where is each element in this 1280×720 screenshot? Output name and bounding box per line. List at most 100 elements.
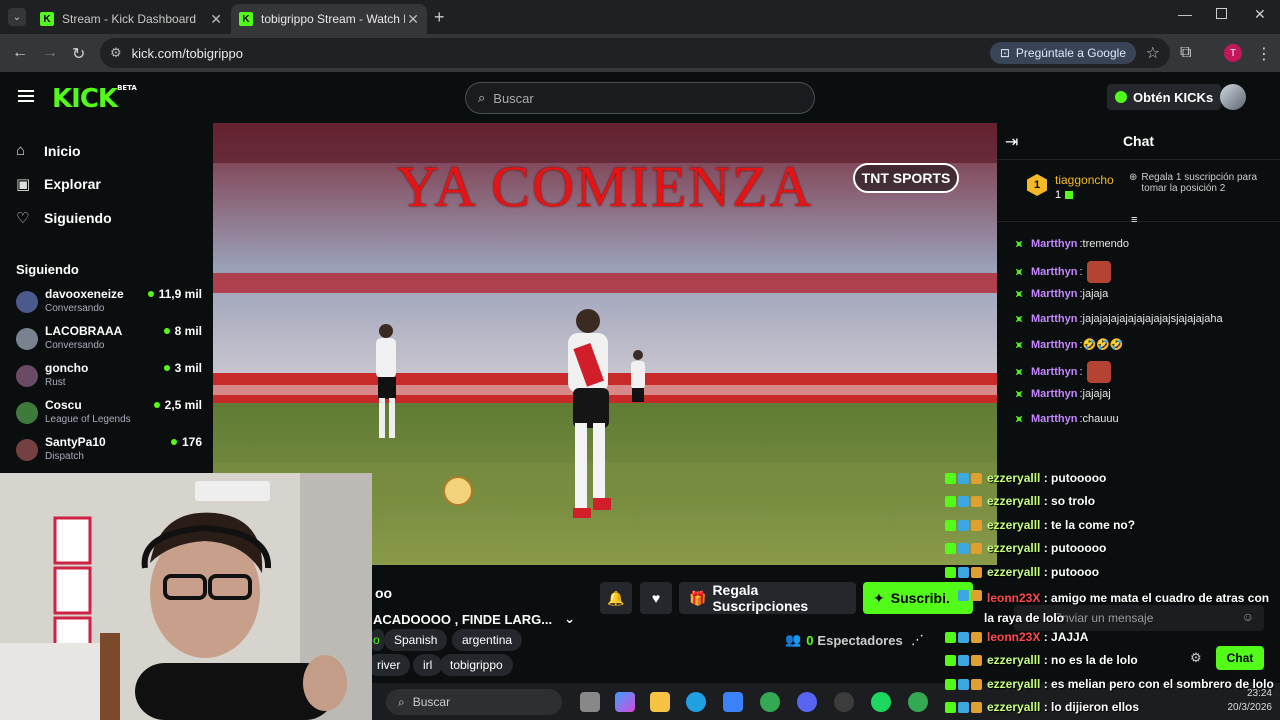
taskbar-search[interactable]: ⌕ Buscar <box>386 689 562 715</box>
live-dot-icon <box>147 291 154 297</box>
edge-icon[interactable] <box>686 692 706 712</box>
chat-username[interactable]: Martthyn <box>1031 388 1077 400</box>
verified-badge-icon <box>1012 365 1026 379</box>
expand-chevron-icon[interactable]: ≡ <box>1131 214 1137 226</box>
chat-message: Martthyn: tremendo <box>1013 238 1129 250</box>
tag-label: river <box>377 658 401 672</box>
chat-username[interactable]: Martthyn <box>1031 339 1077 351</box>
url-field[interactable]: ⚙ kick.com/tobigrippo ⊡ Pregúntale a Goo… <box>100 38 1170 68</box>
home-icon: ⌂ <box>16 142 26 159</box>
viewer-number: 0 <box>806 632 814 648</box>
channel-category: Rust <box>45 377 66 388</box>
hamburger-menu-icon[interactable] <box>18 90 34 102</box>
streamer-name-fragment: oo <box>375 585 393 601</box>
viewer-count: 3 mil <box>174 361 202 375</box>
reload-icon[interactable]: ↻ <box>72 44 85 64</box>
back-icon[interactable]: ← <box>12 44 28 62</box>
overlay-chat-message: ezzeryalll : lo dijieron ellos <box>945 700 1139 714</box>
gift-subscriptions-button[interactable]: 🎁 Regala Suscripciones <box>679 582 856 614</box>
channel-avatar <box>16 439 38 461</box>
kick-logo[interactable]: KICKBETA <box>52 84 137 114</box>
store-icon[interactable] <box>723 692 743 712</box>
follow-heart-button[interactable]: ♥ <box>640 582 672 614</box>
chat-username[interactable]: Martthyn <box>1031 238 1077 250</box>
followed-channel[interactable]: LACOBRAAA Conversando 8 mil <box>16 324 202 360</box>
discord-icon[interactable] <box>797 692 817 712</box>
chat-text: jajajaj <box>1082 388 1111 400</box>
followed-channel[interactable]: davooxeneize Conversando 11,9 mil <box>16 287 202 323</box>
overlay-chat-message: ezzeryalll : putooooo <box>945 471 1106 485</box>
obs-icon[interactable] <box>834 692 854 712</box>
chat-username[interactable]: Martthyn <box>1031 413 1077 425</box>
chat-username[interactable]: Martthyn <box>1031 313 1077 325</box>
bookmark-star-icon[interactable]: ☆ <box>1146 43 1160 63</box>
tag-pill[interactable]: Spanish <box>384 629 448 651</box>
gifter-name[interactable]: tiaggoncho <box>1055 173 1114 187</box>
tag-pill[interactable]: irl <box>413 654 443 676</box>
live-dot-icon <box>170 439 177 445</box>
live-dot-icon <box>153 402 160 408</box>
stream-overlay-chat: ezzeryalll : putooooo ezzeryalll : so tr… <box>945 466 1280 720</box>
gift-icon <box>1065 191 1074 199</box>
overlay-username: ezzeryalll <box>987 700 1041 714</box>
close-window-icon[interactable]: ✕ <box>1254 6 1266 23</box>
chat-username[interactable]: Martthyn <box>1031 266 1077 278</box>
close-tab-icon[interactable]: ✕ <box>407 11 419 28</box>
maximize-icon[interactable] <box>1216 8 1227 19</box>
left-sidebar: ⌂ Inicio ▣ Explorar ♡ Siguiendo Siguiend… <box>0 122 213 482</box>
followed-channel[interactable]: Coscu League of Legends 2,5 mil <box>16 398 202 434</box>
task-view-icon[interactable] <box>580 692 600 712</box>
minimize-icon[interactable]: — <box>1178 6 1192 22</box>
spotify-icon[interactable] <box>871 692 891 712</box>
verified-badge-icon <box>1012 312 1026 326</box>
chat-username[interactable]: Martthyn <box>1031 288 1077 300</box>
share-icon[interactable]: ⋰ <box>911 632 924 648</box>
heart-icon: ♡ <box>16 210 30 227</box>
notification-bell-button[interactable]: 🔔 <box>600 582 632 614</box>
user-avatar[interactable] <box>1220 84 1246 110</box>
search-input[interactable]: ⌕ Buscar <box>465 82 815 114</box>
chrome-profile-icon[interactable] <box>908 692 928 712</box>
file-explorer-icon[interactable] <box>650 692 670 712</box>
extensions-icon[interactable]: ⧉ <box>1180 44 1191 62</box>
sidebar-item-siguiendo[interactable]: ♡ Siguiendo <box>16 209 112 227</box>
live-dot-icon <box>163 365 170 371</box>
verified-badge-icon <box>1012 412 1026 426</box>
chat-message: Martthyn: jajajaj <box>1013 388 1111 400</box>
tag-pill[interactable]: river <box>367 654 411 676</box>
category-tag[interactable]: o <box>371 629 384 651</box>
tag-pill[interactable]: tobigrippo <box>440 654 513 676</box>
browser-tab-bar: ⌄ K Stream - Kick Dashboard ✕ K tobigrip… <box>0 0 1280 34</box>
sidebar-item-explorar[interactable]: ▣ Explorar <box>16 175 101 193</box>
tab-list-chevron-icon[interactable]: ⌄ <box>8 8 26 26</box>
football <box>443 476 473 506</box>
channel-category: Dispatch <box>45 451 84 462</box>
stream-title[interactable]: ACADOOOO , FINDE LARG... ⌄ <box>373 611 575 627</box>
followed-channel[interactable]: SantyPa10 Dispatch 176 <box>16 435 202 471</box>
channel-name: LACOBRAAA <box>45 324 123 338</box>
new-tab-icon[interactable]: + <box>434 7 445 28</box>
close-tab-icon[interactable]: ✕ <box>210 11 222 28</box>
browser-tab-active[interactable]: K tobigrippo Stream - Watch Live ✕ <box>231 4 427 34</box>
copilot-icon[interactable] <box>615 692 635 712</box>
overlay-text: no es la de lolo <box>1051 653 1138 667</box>
channel-name: goncho <box>45 361 89 375</box>
star-icon: ✦ <box>873 589 885 606</box>
site-info-icon[interactable]: ⚙ <box>110 45 122 61</box>
browser-tab[interactable]: K Stream - Kick Dashboard ✕ <box>32 4 230 34</box>
tag-pill[interactable]: argentina <box>452 629 523 651</box>
chat-username[interactable]: Martthyn <box>1031 366 1077 378</box>
sidebar-item-inicio[interactable]: ⌂ Inicio <box>16 142 81 159</box>
kick-favicon-icon: K <box>239 12 253 26</box>
get-kicks-button[interactable]: Obtén KICKs <box>1107 84 1222 110</box>
chrome-icon[interactable] <box>760 692 780 712</box>
followed-channel[interactable]: goncho Rust 3 mil <box>16 361 202 397</box>
browser-menu-icon[interactable]: ⋮ <box>1256 44 1272 64</box>
chevron-down-icon[interactable]: ⌄ <box>564 611 575 627</box>
profile-avatar[interactable]: T <box>1224 44 1242 62</box>
forward-icon[interactable]: → <box>42 44 58 62</box>
gift-cta[interactable]: ⊕ Regala 1 suscripción para tomar la pos… <box>1129 172 1269 194</box>
overlay-chat-message: ezzeryalll : putoooo <box>945 565 1099 579</box>
chat-title: Chat <box>1122 133 1155 149</box>
ask-google-button[interactable]: ⊡ Pregúntale a Google <box>989 42 1136 64</box>
